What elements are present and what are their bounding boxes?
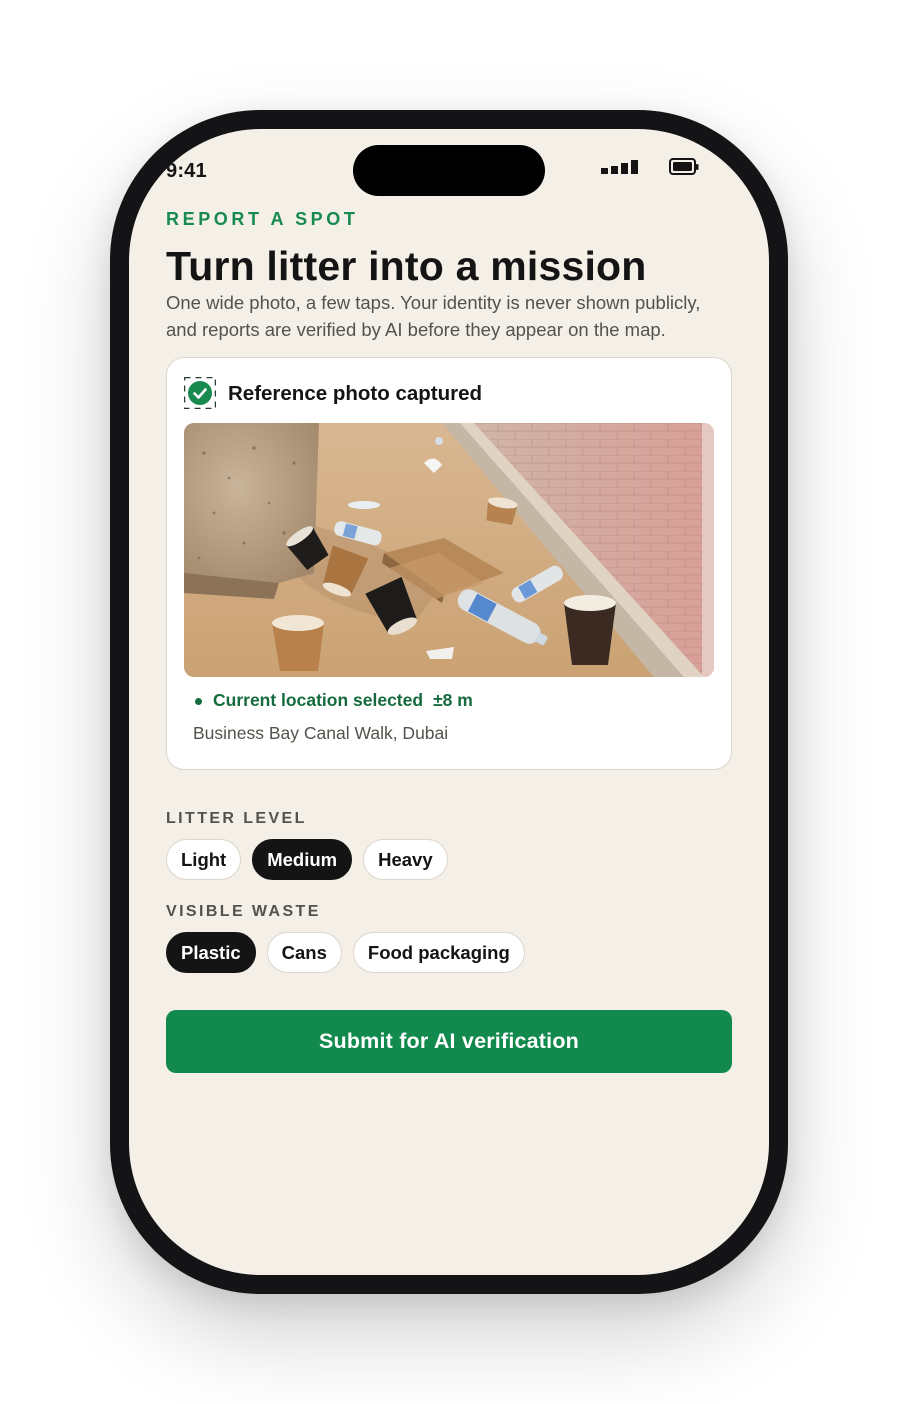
location-status: Current location selected ±8 m [213, 690, 473, 711]
battery-icon [669, 158, 699, 175]
check-circle-icon [184, 377, 216, 409]
waste-cans-chip[interactable]: Cans [266, 932, 342, 973]
location-accuracy: ±8 m [433, 690, 473, 710]
litter-level-label: LITTER LEVEL [166, 810, 307, 827]
visible-waste-options: Plastic Cans Food packaging [166, 932, 525, 973]
page-title: Turn litter into a mission [166, 243, 647, 289]
litter-photo-illustration [184, 423, 714, 677]
location-address: Business Bay Canal Walk, Dubai [193, 723, 449, 743]
photo-status-label: Reference photo captured [228, 382, 483, 405]
status-time: 9:41 [166, 160, 207, 182]
litter-level-medium-chip[interactable]: Medium [252, 839, 353, 880]
cellular-signal-icon [601, 160, 638, 174]
waste-food-packaging-chip[interactable]: Food packaging [352, 932, 525, 973]
app-screen: 9:41 REPORT A SPOT Turn litter into a mi… [129, 129, 769, 1275]
page-eyebrow: REPORT A SPOT [166, 209, 359, 229]
litter-level-light-chip[interactable]: Light [166, 839, 242, 880]
location-label: Current location selected [213, 690, 424, 710]
photo-card: Reference photo captured Current locatio… [166, 357, 732, 770]
dynamic-island [353, 145, 545, 196]
submit-button[interactable]: Submit for AI verification [166, 1010, 732, 1073]
visible-waste-label: VISIBLE WASTE [166, 903, 321, 920]
location-status-dot [195, 698, 202, 705]
waste-plastic-chip[interactable]: Plastic [166, 932, 256, 973]
litter-level-options: Light Medium Heavy [166, 839, 448, 880]
reference-photo[interactable] [184, 423, 714, 677]
page-subtitle: One wide photo, a few taps. Your identit… [166, 292, 701, 340]
litter-level-heavy-chip[interactable]: Heavy [363, 839, 448, 880]
